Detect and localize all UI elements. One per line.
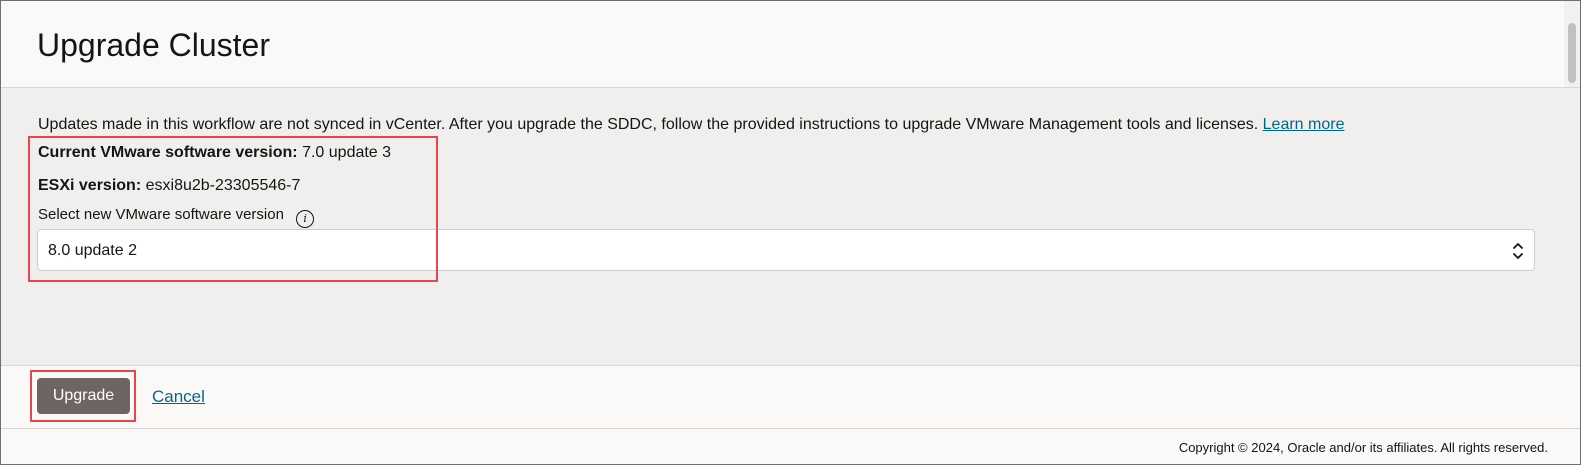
sync-notice-text: Updates made in this workflow are not sy… [38, 116, 1259, 133]
sync-notice: Updates made in this workflow are not sy… [38, 115, 1344, 135]
up-down-chevron-icon [1513, 243, 1523, 259]
upgrade-cluster-panel: Upgrade Cluster Updates made in this wor… [0, 0, 1581, 465]
panel-header: Upgrade Cluster [1, 1, 1580, 88]
page-title: Upgrade Cluster [37, 27, 270, 63]
version-select[interactable]: 8.0 update 2 [37, 229, 1535, 271]
current-version-row: Current VMware software version: 7.0 upd… [38, 143, 391, 163]
version-select-value: 8.0 update 2 [48, 242, 137, 259]
scrollbar[interactable] [1564, 1, 1580, 87]
current-version-label: Current VMware software version: [38, 144, 298, 161]
learn-more-link[interactable]: Learn more [1263, 116, 1345, 133]
cancel-link[interactable]: Cancel [152, 387, 205, 407]
esxi-version-label: ESXi version: [38, 177, 142, 194]
esxi-version-row: ESXi version: esxi8u2b-23305546-7 [38, 176, 300, 196]
version-select-label: Select new VMware software version [38, 206, 284, 223]
current-version-value: 7.0 update 3 [302, 144, 392, 161]
esxi-version-value: esxi8u2b-23305546-7 [145, 177, 301, 194]
panel-body: Updates made in this workflow are not sy… [1, 88, 1580, 366]
scrollbar-thumb[interactable] [1568, 23, 1576, 83]
copyright-text: Copyright © 2024, Oracle and/or its affi… [1178, 440, 1548, 455]
upgrade-button[interactable]: Upgrade [37, 378, 130, 414]
action-bar: Upgrade Cancel [1, 366, 1580, 429]
info-icon[interactable]: i [296, 210, 315, 228]
version-select-label-row: Select new VMware software version i [38, 205, 315, 228]
